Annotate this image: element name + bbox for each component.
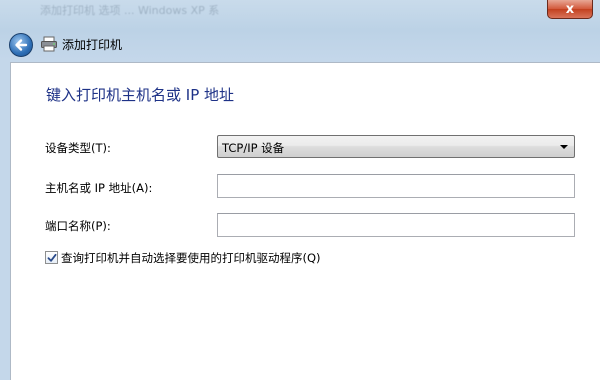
- window-frame: 添加打印机 选项 ... Windows XP 系 x 添加打印机 键入打印机主…: [0, 0, 600, 380]
- checkmark-icon: [47, 253, 56, 262]
- port-name-label: 端口名称(P):: [45, 219, 111, 233]
- query-printer-label[interactable]: 查询打印机并自动选择要使用的打印机驱动程序(Q): [61, 250, 321, 266]
- port-name-input[interactable]: [217, 213, 575, 237]
- query-printer-checkbox[interactable]: [45, 251, 58, 264]
- window-title: 添加打印机 选项 ... Windows XP 系: [40, 4, 220, 17]
- wizard-content: 键入打印机主机名或 IP 地址 设备类型(T): TCP/IP 设备 主机名或 …: [10, 62, 600, 380]
- close-icon: x: [565, 1, 575, 17]
- device-type-select[interactable]: TCP/IP 设备: [217, 135, 575, 158]
- page-heading: 键入打印机主机名或 IP 地址: [46, 86, 235, 104]
- printer-icon: [41, 36, 57, 52]
- chevron-down-icon: [560, 145, 568, 149]
- back-button[interactable]: [9, 33, 33, 57]
- navigation-bar: 添加打印机: [0, 28, 600, 60]
- close-button[interactable]: x: [547, 0, 593, 19]
- device-type-value: TCP/IP 设备: [222, 141, 285, 155]
- device-type-label: 设备类型(T):: [45, 141, 111, 155]
- hostname-input[interactable]: [217, 174, 575, 198]
- wizard-title: 添加打印机: [62, 38, 123, 52]
- title-bar: 添加打印机 选项 ... Windows XP 系 x: [0, 0, 600, 24]
- back-arrow-icon: [15, 39, 28, 51]
- hostname-label: 主机名或 IP 地址(A):: [45, 181, 153, 195]
